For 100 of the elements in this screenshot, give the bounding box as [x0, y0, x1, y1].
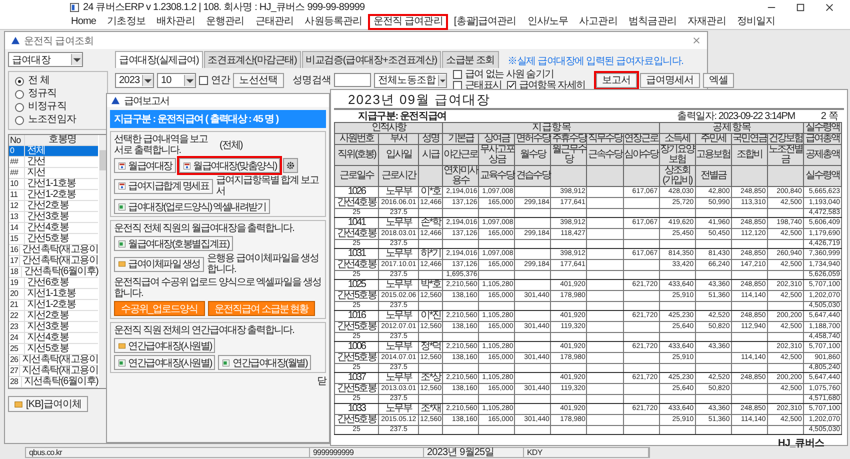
menu-item[interactable]: 기초정보 [102, 14, 150, 30]
annual-checkbox[interactable]: 연간 [199, 73, 230, 87]
report-button[interactable]: 연간급여대장(월별) [218, 355, 312, 370]
folder-icon [118, 342, 126, 350]
column-header: 고용보험 [695, 144, 732, 166]
column-header: 부서 [378, 134, 419, 144]
tab[interactable]: 소급분 조회 [442, 51, 499, 68]
menu-item[interactable]: 근태관리 [250, 14, 299, 30]
folder-icon [118, 260, 126, 268]
type-dropdown[interactable]: 급여대장 [8, 52, 83, 67]
menu-item[interactable]: [총괄]급여관리 [448, 14, 522, 30]
caret-icon [184, 74, 195, 86]
list-row[interactable]: 26 지선촉탁(재고용이 [9, 355, 98, 366]
list-row[interactable]: 0 전체 [9, 146, 98, 157]
tab[interactable]: 급여대장(실제급여) [115, 51, 203, 68]
table-cell: 노무부 [378, 372, 419, 384]
list-row[interactable]: 11 간선1-2호봉 [9, 190, 98, 201]
toolbar-button[interactable]: 보고서 [596, 72, 637, 88]
description-text: 은행용 급여이체파일을 생성합니다. [206, 253, 320, 275]
column-header: 노조전별금 [767, 144, 804, 166]
tab[interactable]: 비교검증(급여대장+조견표계산) [302, 51, 441, 68]
report-button[interactable]: 월급여대장(맞춤양식) [179, 158, 280, 173]
list-row[interactable]: 15 간선5호봉 [9, 234, 98, 245]
close-label[interactable]: 닫 [317, 376, 326, 387]
dialog-title: 급여보고서 [124, 94, 169, 108]
column-header: 연차미사용수 [442, 166, 479, 186]
list-row[interactable]: 25 지선5호봉 [9, 344, 98, 355]
list-row[interactable]: 17 간선촉탁(재고용이 [9, 256, 98, 267]
column-header: 주휴수당 [550, 134, 587, 144]
menu-item[interactable]: 운행관리 [200, 14, 250, 30]
list-row[interactable]: 24 지선4호봉 [9, 333, 98, 344]
maximize-icon[interactable] [796, 2, 805, 12]
table-cell: 이*호 [418, 186, 443, 198]
list-row[interactable]: 12 간선2호봉 [9, 201, 98, 212]
radio-option[interactable]: 전 체 [15, 75, 101, 87]
list-row[interactable]: 18 간선촉탁(6월이후) [9, 267, 98, 278]
column-header: 무사고포상금 [478, 144, 515, 166]
report-button[interactable]: 연간급여대장(사원별) [114, 355, 216, 370]
radio-option[interactable]: 정규직 [15, 88, 101, 100]
list-row[interactable]: 13 간선3호봉 [9, 212, 98, 223]
close-icon[interactable] [825, 2, 834, 12]
report-button[interactable]: 급여이체파일 생성 [114, 256, 204, 272]
list-row[interactable]: 27 지선촉탁(재고용이 [9, 366, 98, 377]
column-header: 월근무수당 [550, 144, 587, 166]
table-cell: 간선5호봉 [334, 322, 379, 332]
transfer-button[interactable]: [KB]급여이체 [8, 396, 88, 412]
menu-item[interactable]: 사고관리 [574, 14, 622, 30]
notice-text: ※실제 급여대장에 입력된 급여자료입니다. [508, 55, 684, 68]
search-label: 성명검색 [292, 74, 332, 87]
group-header: 지 급 항 목 [442, 122, 660, 134]
folder-icon [14, 400, 23, 408]
report-icon [118, 162, 126, 170]
month-dropdown[interactable]: 10 [157, 72, 196, 88]
menu-item[interactable]: 배차관리 [151, 14, 200, 30]
list-row[interactable]: ## 간선 [9, 157, 98, 168]
route-button[interactable]: 노선선택 [233, 72, 284, 88]
list-row[interactable]: 28 지선촉탁(6월이후) [9, 377, 98, 388]
menu-item[interactable]: 범칙금관리 [623, 14, 682, 30]
list-row[interactable]: 21 지선1-2호봉 [9, 300, 98, 311]
column-header: 소득세 [659, 134, 696, 144]
radio-option[interactable]: 노조전임자 [15, 114, 101, 126]
tab[interactable]: 조견표계산(마감근태) [204, 51, 301, 68]
menu-item[interactable]: 정비일지 [732, 14, 780, 30]
list-row[interactable]: 19 간선6호봉 [9, 278, 98, 289]
menu-item[interactable]: 자재관리 [682, 14, 731, 30]
report-button[interactable]: 월급여대장 [114, 158, 176, 173]
group-header: 인적사항 [334, 122, 443, 134]
list-row[interactable]: ## 지선 [9, 168, 98, 179]
radio-option[interactable]: 비정규직 [15, 101, 101, 113]
table-cell: 간선5호봉 [334, 414, 379, 426]
list-row[interactable]: 23 지선3호봉 [9, 322, 98, 333]
list-row[interactable]: 10 간선1-1호봉 [9, 179, 98, 190]
report-button[interactable]: 월급여대장(호봉별집계표) [114, 236, 234, 251]
menu-item[interactable]: 운전직 급여관리 [368, 14, 448, 30]
pay-type-banner: 지급구분 : 운전직급여 ( 출력대상 : 45 명 ) [110, 110, 326, 128]
name-search-field[interactable] [334, 73, 372, 87]
column-header: 사원번호 [334, 134, 379, 144]
menu-item[interactable]: Home [66, 14, 102, 30]
table-cell: 이*진 [418, 310, 443, 322]
year-dropdown[interactable]: 2023 [115, 72, 154, 88]
description-text: 운전직급여 수공위 업로드 양식으로 엑셀파일을 생성합니다. [114, 277, 322, 299]
report-button[interactable]: 급여지급합계 명세표 [114, 178, 213, 194]
toolbar-button[interactable]: 급여명세서 [640, 72, 700, 88]
column-header: 조합비 [731, 144, 768, 166]
list-row[interactable]: 22 지선2호봉 [9, 311, 98, 322]
settings-button[interactable] [283, 158, 298, 173]
status-field: 9999999999 [310, 448, 424, 457]
toolbar-button[interactable]: 엑셀 [702, 72, 734, 88]
report-button[interactable]: 연간급여대장(사원별) [114, 338, 216, 353]
list-row[interactable]: 20 지선1-1호봉 [9, 289, 98, 300]
column-header: 국민연금 [731, 134, 768, 144]
menu-item[interactable]: 인사/노무 [522, 14, 574, 30]
menu-item[interactable]: 사원등록관리 [300, 14, 368, 30]
table-cell: 박*호 [418, 280, 443, 290]
list-row[interactable]: 16 간선촉탁(재고용이 [9, 245, 98, 256]
option-checkbox[interactable]: 급여 없는 사원 숨기기 [453, 69, 594, 80]
list-row[interactable]: 14 간선4호봉 [9, 223, 98, 234]
column-header: 건강보험 [767, 134, 804, 144]
union-dropdown[interactable]: 전체노동조합 [374, 72, 448, 88]
report-button[interactable]: 급여대장(업로드양식) 엑셀내려받기 [114, 199, 270, 214]
